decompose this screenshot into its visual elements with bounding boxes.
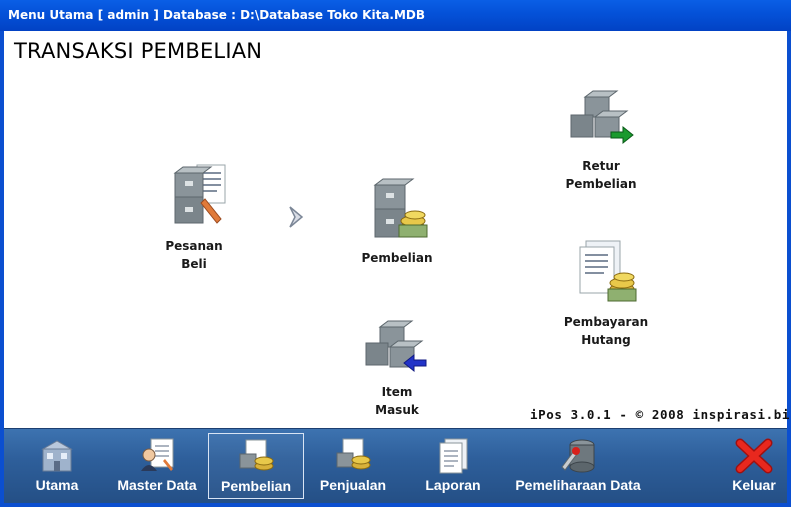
item-masuk-label-2: Masuk — [375, 403, 419, 417]
window-frame-bottom — [0, 503, 791, 507]
pembayaran-hutang-label-1: Pembayaran — [563, 315, 649, 329]
retur-pembelian-label-1: Retur — [582, 159, 620, 173]
main-window: Menu Utama [ admin ] Database : D:\Datab… — [0, 0, 791, 507]
pesanan-beli-label-2: Beli — [181, 257, 207, 271]
retur-pembelian-label-2: Pembelian — [565, 177, 637, 191]
boxes-arrow-in-icon — [365, 320, 427, 373]
database-tools-icon — [561, 439, 595, 473]
toolbar-button-penjualan[interactable]: Penjualan — [310, 433, 396, 499]
toolbar-button-keluar[interactable]: Keluar — [726, 433, 782, 499]
pembayaran-hutang-label-2: Hutang — [581, 333, 631, 347]
pesanan-beli-button[interactable]: Pesanan Beli — [149, 163, 239, 273]
main-toolbar: Utama Master Data Pembelian Penjualan La… — [4, 428, 787, 504]
retur-pembelian-button[interactable]: Retur Pembelian — [556, 87, 646, 193]
toolbar-label-pemeliharaan-data: Pemeliharaan Data — [515, 477, 641, 493]
toolbar-button-pembelian[interactable]: Pembelian — [208, 433, 304, 499]
toolbar-label-master-data: Master Data — [117, 477, 197, 493]
content-area: TRANSAKSI PEMBELIAN Pesanan Beli Pembeli… — [4, 31, 791, 428]
item-masuk-label-1: Item — [381, 385, 413, 399]
close-icon — [735, 438, 773, 474]
boxes-arrow-out-icon — [570, 90, 634, 145]
toolbar-button-laporan[interactable]: Laporan — [418, 433, 488, 499]
toolbar-button-utama[interactable]: Utama — [26, 433, 88, 499]
boxes-document-icon — [173, 164, 226, 224]
building-icon — [41, 440, 73, 472]
toolbar-label-penjualan: Penjualan — [319, 477, 387, 493]
page-title: TRANSAKSI PEMBELIAN — [14, 39, 263, 63]
pesanan-beli-label-1: Pesanan — [165, 239, 223, 253]
boxes-coins-icon — [336, 438, 371, 470]
pembayaran-hutang-button[interactable]: Pembayaran Hutang — [558, 239, 654, 349]
toolbar-label-laporan: Laporan — [425, 477, 481, 493]
version-label: iPos 3.0.1 - © 2008 inspirasi.bi — [530, 407, 791, 422]
boxes-coins-icon — [239, 439, 274, 471]
title-bar[interactable]: Menu Utama [ admin ] Database : D:\Datab… — [0, 0, 791, 32]
user-document-icon — [141, 438, 174, 471]
toolbar-button-master-data[interactable]: Master Data — [110, 433, 204, 499]
toolbar-button-pemeliharaan-data[interactable]: Pemeliharaan Data — [510, 433, 646, 499]
toolbar-label-keluar: Keluar — [732, 477, 776, 493]
window-frame-right — [787, 31, 791, 507]
toolbar-label-pembelian: Pembelian — [220, 478, 292, 494]
chevron-right-icon — [289, 206, 304, 228]
pembelian-module-label: Pembelian — [361, 251, 433, 265]
pembelian-module-button[interactable]: Pembelian — [352, 177, 442, 267]
item-masuk-button[interactable]: Item Masuk — [352, 313, 442, 419]
documents-coins-icon — [579, 240, 637, 302]
report-icon — [439, 438, 468, 474]
window-title: Menu Utama [ admin ] Database : D:\Datab… — [8, 8, 426, 22]
toolbar-label-utama: Utama — [35, 477, 79, 493]
boxes-coins-icon — [373, 178, 428, 238]
